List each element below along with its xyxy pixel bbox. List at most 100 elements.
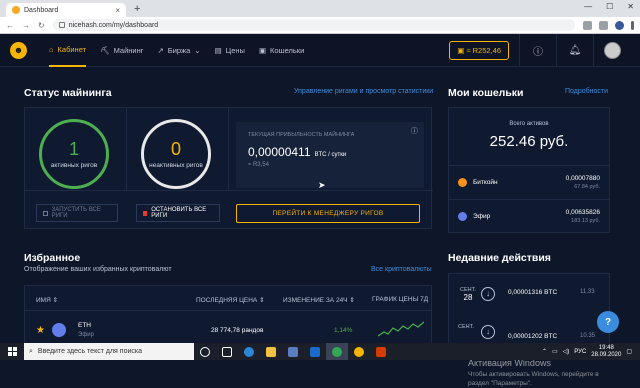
wallet-icon: ▣: [258, 45, 267, 55]
favorite-star-icon[interactable]: ★: [36, 325, 45, 336]
store-icon[interactable]: [282, 346, 304, 357]
active-rigs-label: активных ригов: [50, 162, 98, 169]
deposit-arrow-icon: ↓: [481, 287, 495, 301]
info-icon[interactable]: ⓘ: [520, 43, 556, 58]
nav-item-wallets[interactable]: ▣ Кошельки: [259, 34, 304, 67]
star-icon[interactable]: [599, 20, 608, 30]
balance-button[interactable]: ▣ ≈ R252,46: [449, 40, 509, 60]
profit-fiat: ≈ R3,54: [248, 162, 269, 168]
search-icon: ⌕: [29, 347, 33, 355]
wallet-row-bitcoin[interactable]: Биткойн 0,00007880 67.84 руб.: [448, 165, 610, 198]
wallet-small-icon: ▣: [457, 45, 465, 55]
system-tray: ⌃ ▭ ◁) РУС 19:48 28.09.2020 ▢: [542, 345, 640, 359]
nicehash-app-icon[interactable]: [348, 346, 370, 357]
url-field[interactable]: nicehash.com/my/dashboard: [52, 19, 575, 31]
clock[interactable]: 19:48 28.09.2020: [591, 345, 621, 359]
translate-icon[interactable]: [583, 20, 592, 30]
profitability-box: ТЕКУЩАЯ ПРИБЫЛЬНОСТЬ МАЙНИНГА 0,00000411…: [236, 122, 424, 188]
lock-icon: [58, 22, 65, 28]
new-tab-icon[interactable]: +: [134, 3, 140, 15]
stop-icon: [143, 210, 148, 216]
column-name[interactable]: ИМЯ ⇕: [36, 296, 58, 304]
active-rigs-circle[interactable]: 1 активных ригов: [39, 119, 109, 189]
table-row[interactable]: ★ ETH Эфир 28 774,78 рандов 1,14%: [24, 318, 432, 343]
start-all-rigs-button[interactable]: ЗАПУСТИТЬ ВСЕ РИГИ: [36, 204, 118, 222]
recent-item-amount: 0,00001202 BTC: [508, 333, 558, 340]
favorites-title: Избранное: [24, 252, 81, 264]
favorites-subtitle: Отображение ваших избранных криптовалют: [24, 266, 172, 273]
browser-tab[interactable]: Dashboard ×: [6, 3, 126, 17]
nav-item-exchange[interactable]: ↗ Биржа ⌄: [158, 34, 201, 67]
price-sparkline: [378, 321, 424, 337]
mail-icon[interactable]: [304, 346, 326, 357]
cortana-icon[interactable]: [194, 346, 216, 357]
wallet-amount: 0,00635826: [565, 208, 600, 216]
chevron-down-icon: ⌄: [194, 45, 201, 55]
recent-item-time: 10.35: [580, 333, 596, 339]
inactive-rigs-circle[interactable]: 0 неактивных ригов: [141, 119, 211, 189]
nicehash-favicon-icon: [12, 6, 20, 14]
column-price-chart: ГРАФИК ЦЕНЫ 7Д: [372, 296, 429, 303]
recent-actions-title: Недавние действия: [448, 252, 551, 264]
nav-item-prices[interactable]: ▤ Цены: [215, 34, 245, 67]
nav-label: Биржа: [167, 45, 191, 55]
close-tab-icon[interactable]: ×: [115, 6, 120, 15]
inactive-rigs-label: неактивных ригов: [149, 162, 203, 169]
back-icon[interactable]: ←: [6, 21, 14, 30]
profit-unit: BTC / сутки: [314, 152, 347, 158]
url-text: nicehash.com/my/dashboard: [68, 21, 159, 29]
nav-item-cabinet[interactable]: ⌂ Кабинет: [49, 34, 87, 67]
nav-item-mining[interactable]: ⛏ Майнинг: [100, 34, 143, 67]
forward-icon[interactable]: →: [22, 21, 30, 30]
profit-info-icon[interactable]: ⓘ: [411, 126, 418, 136]
nav-label: Майнинг: [113, 45, 144, 55]
notification-bell-icon[interactable]: 🔔︎: [557, 45, 593, 56]
deposit-arrow-icon: ↓: [481, 325, 495, 339]
manage-rigs-link[interactable]: Управление ригами и просмотр статистики: [294, 88, 433, 95]
stop-all-label: ОСТАНОВИТЬ ВСЕ РИГИ: [151, 207, 207, 219]
chrome-icon[interactable]: [326, 343, 348, 360]
tray-expand-icon[interactable]: ⌃: [542, 348, 547, 355]
file-explorer-icon[interactable]: [260, 346, 282, 357]
nav-label: Кабинет: [57, 44, 87, 54]
volume-icon[interactable]: ◁): [563, 348, 570, 355]
go-to-rig-manager-button[interactable]: ПЕРЕЙТИ К МЕНЕДЖЕРУ РИГОВ: [236, 204, 420, 223]
wallet-row-ethereum[interactable]: Эфир 0,00635826 183.13 руб.: [448, 199, 610, 232]
stop-all-rigs-button[interactable]: ОСТАНОВИТЬ ВСЕ РИГИ: [136, 204, 220, 222]
edge-icon[interactable]: [238, 346, 260, 357]
wallet-details-link[interactable]: Подробности: [565, 88, 608, 95]
active-rigs-count: 1: [68, 139, 79, 159]
mouse-cursor-icon: ➤: [318, 180, 326, 190]
coin-price: 28 774,78 рандов: [211, 327, 264, 334]
nav-label: Кошельки: [270, 45, 305, 55]
windows-activation-text: Чтобы активировать Windows, перейдите в …: [468, 371, 599, 387]
network-icon[interactable]: ▭: [552, 348, 558, 355]
coin-change: 1,14%: [334, 327, 353, 334]
profile-avatar-icon[interactable]: [615, 20, 624, 30]
reload-icon[interactable]: ↻: [38, 21, 45, 30]
profit-value: 0,00000411: [248, 145, 311, 159]
office-icon[interactable]: [370, 346, 392, 357]
menu-dots-icon[interactable]: [631, 20, 634, 30]
close-window-icon[interactable]: ✕: [627, 2, 634, 11]
top-navigation: ☻ ⌂ Кабинет ⛏ Майнинг ↗ Биржа ⌄ ▤ Цены ▣…: [0, 33, 640, 67]
help-button[interactable]: ?: [597, 311, 619, 333]
nicehash-logo-icon[interactable]: ☻: [10, 41, 27, 59]
maximize-icon[interactable]: ☐: [606, 2, 613, 11]
task-view-icon[interactable]: [216, 346, 238, 357]
ethereum-icon: [52, 323, 66, 337]
recent-item-time: 11.33: [580, 289, 595, 295]
search-placeholder: Введите здесь текст для поиска: [37, 348, 142, 355]
minimize-icon[interactable]: —: [584, 2, 592, 11]
windows-start-icon[interactable]: [0, 343, 24, 360]
recent-item-date: СЕНТ.: [458, 324, 474, 330]
user-avatar[interactable]: [594, 41, 630, 59]
all-cryptocurrencies-link[interactable]: Все криптовалюты: [371, 266, 432, 273]
column-change-24h[interactable]: ИЗМЕНЕНИЕ ЗА 24Ч ⇕: [283, 296, 355, 304]
windows-taskbar: ⌕ Введите здесь текст для поиска ⌃ ▭ ◁) …: [0, 343, 640, 360]
taskbar-search[interactable]: ⌕ Введите здесь текст для поиска: [24, 343, 194, 360]
home-icon: ⌂: [49, 44, 54, 54]
language-indicator[interactable]: РУС: [574, 349, 586, 355]
column-last-price[interactable]: ПОСЛЕДНЯЯ ЦЕНА ⇕: [196, 296, 265, 304]
notifications-icon[interactable]: ▢: [626, 348, 632, 355]
